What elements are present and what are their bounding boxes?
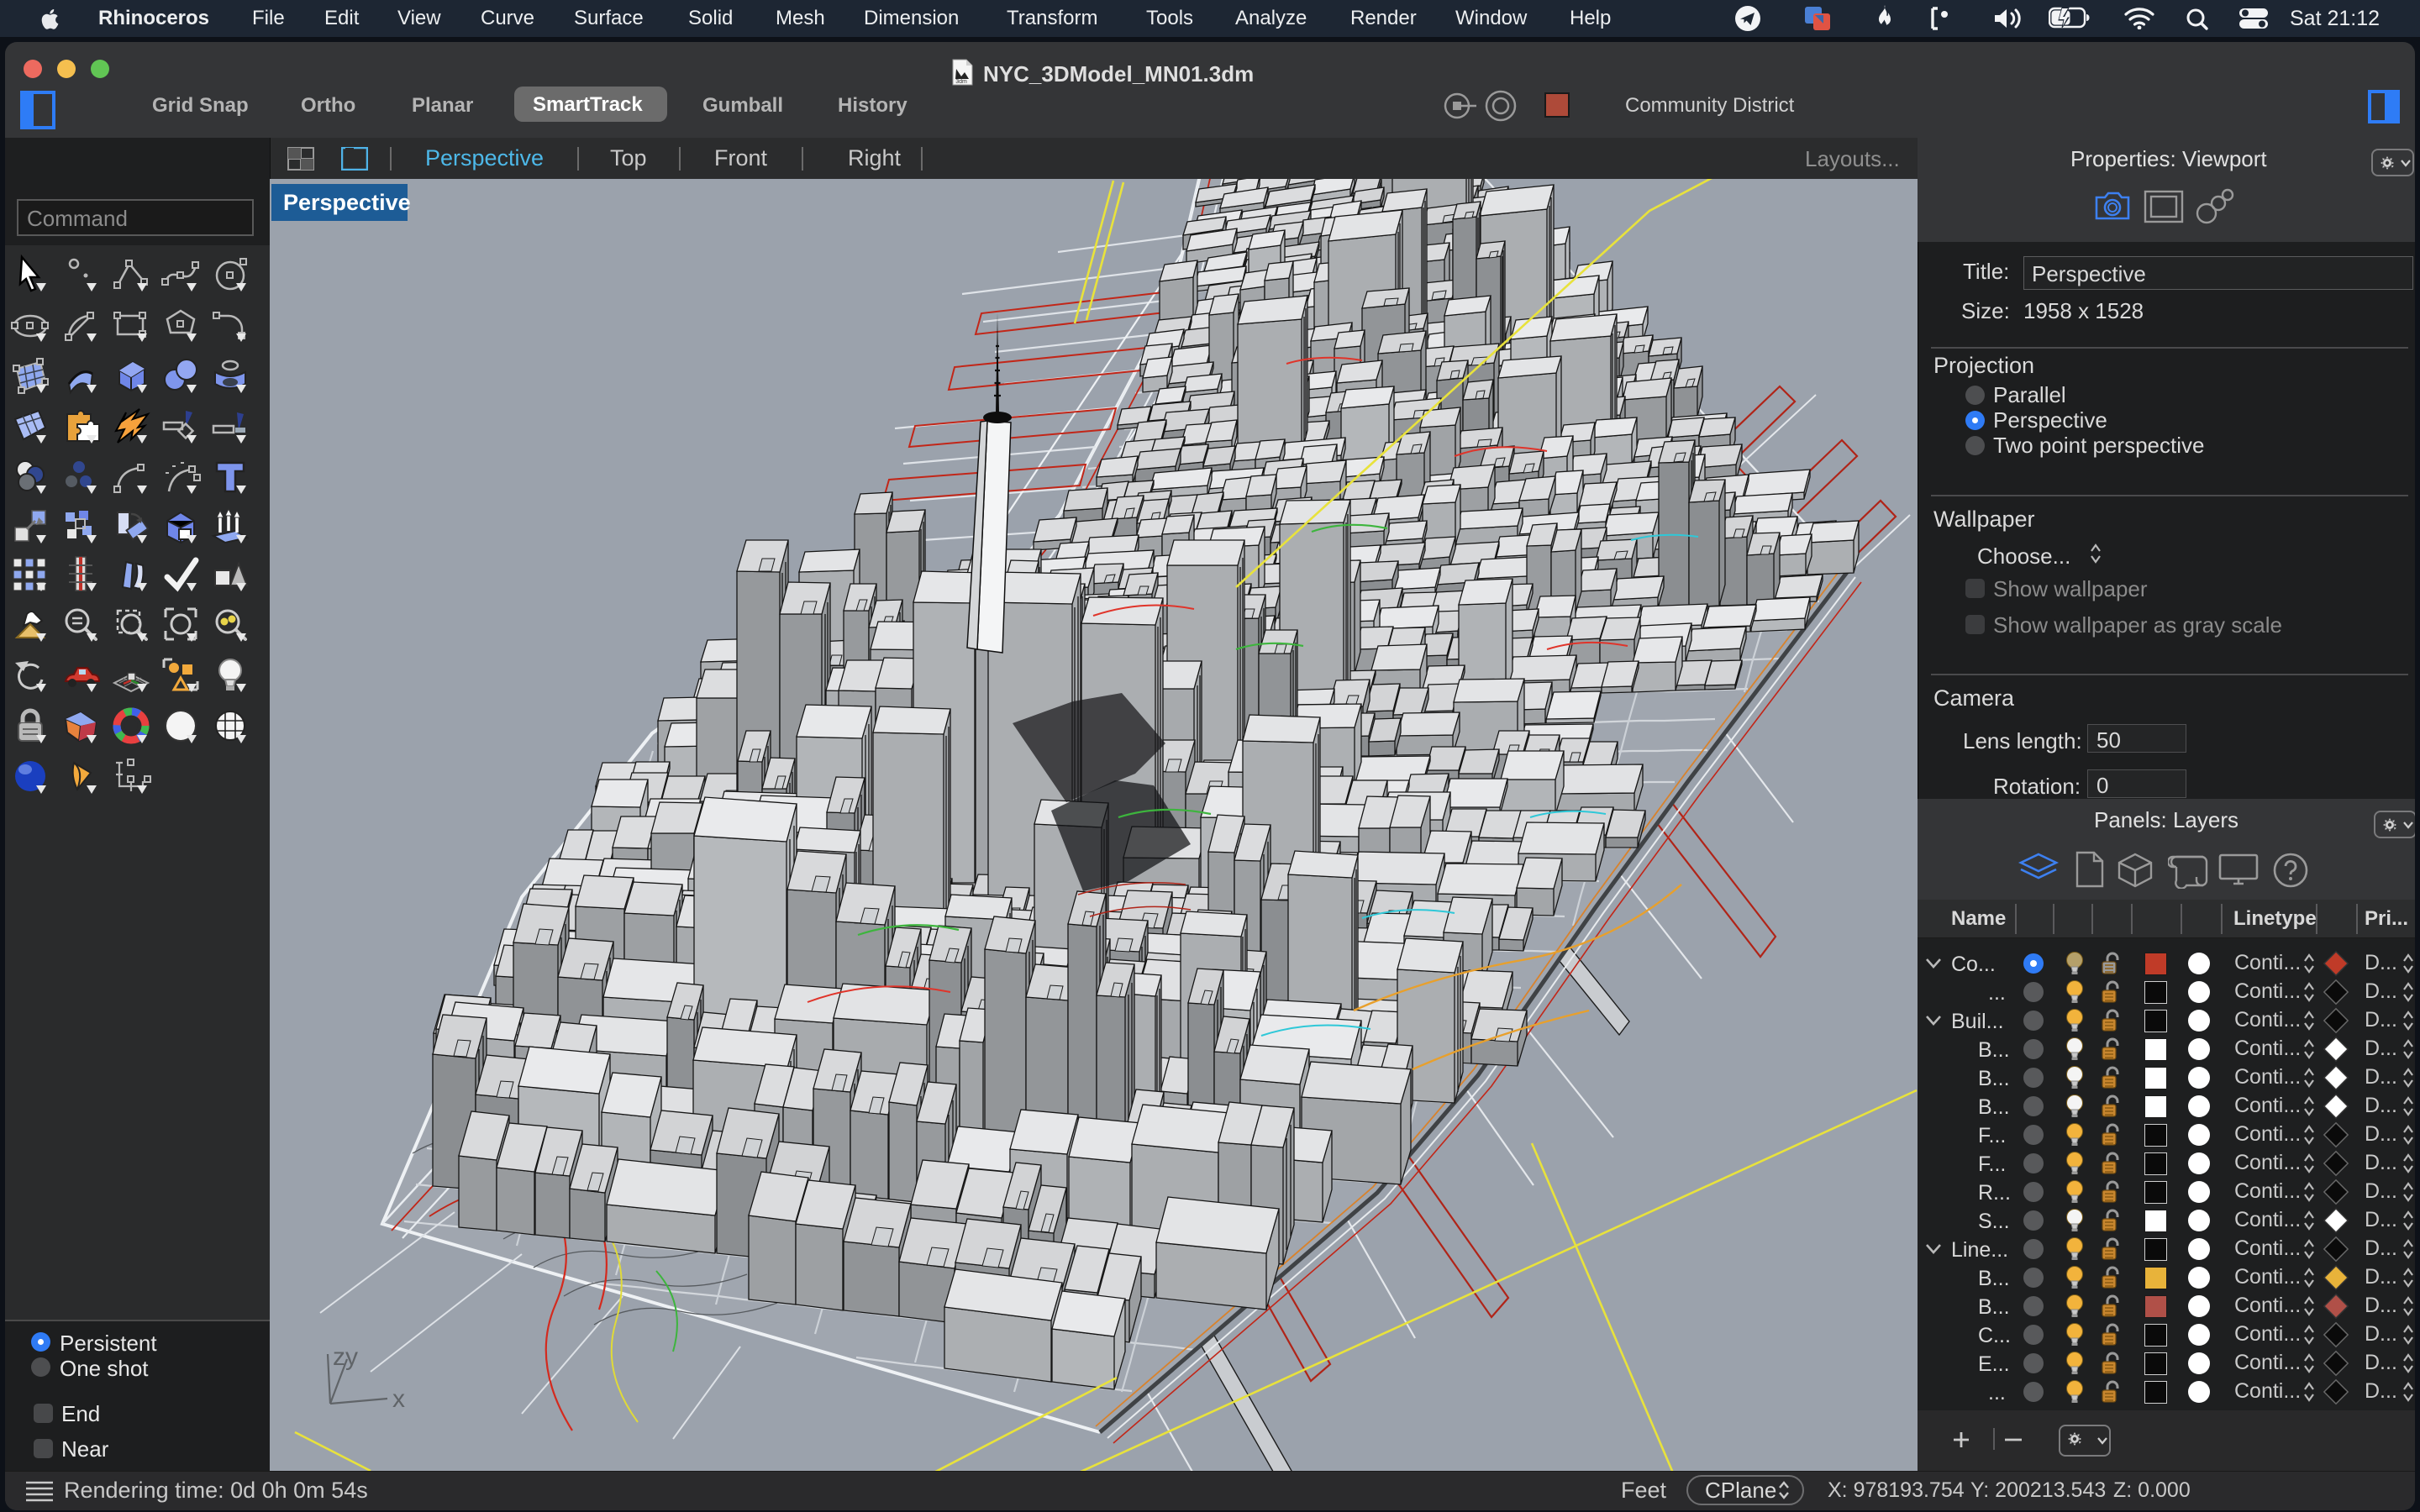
svg-text:x: x — [392, 1385, 405, 1413]
svg-text:3dm: 3dm — [955, 79, 967, 85]
svg-text:zy: zy — [333, 1343, 358, 1371]
